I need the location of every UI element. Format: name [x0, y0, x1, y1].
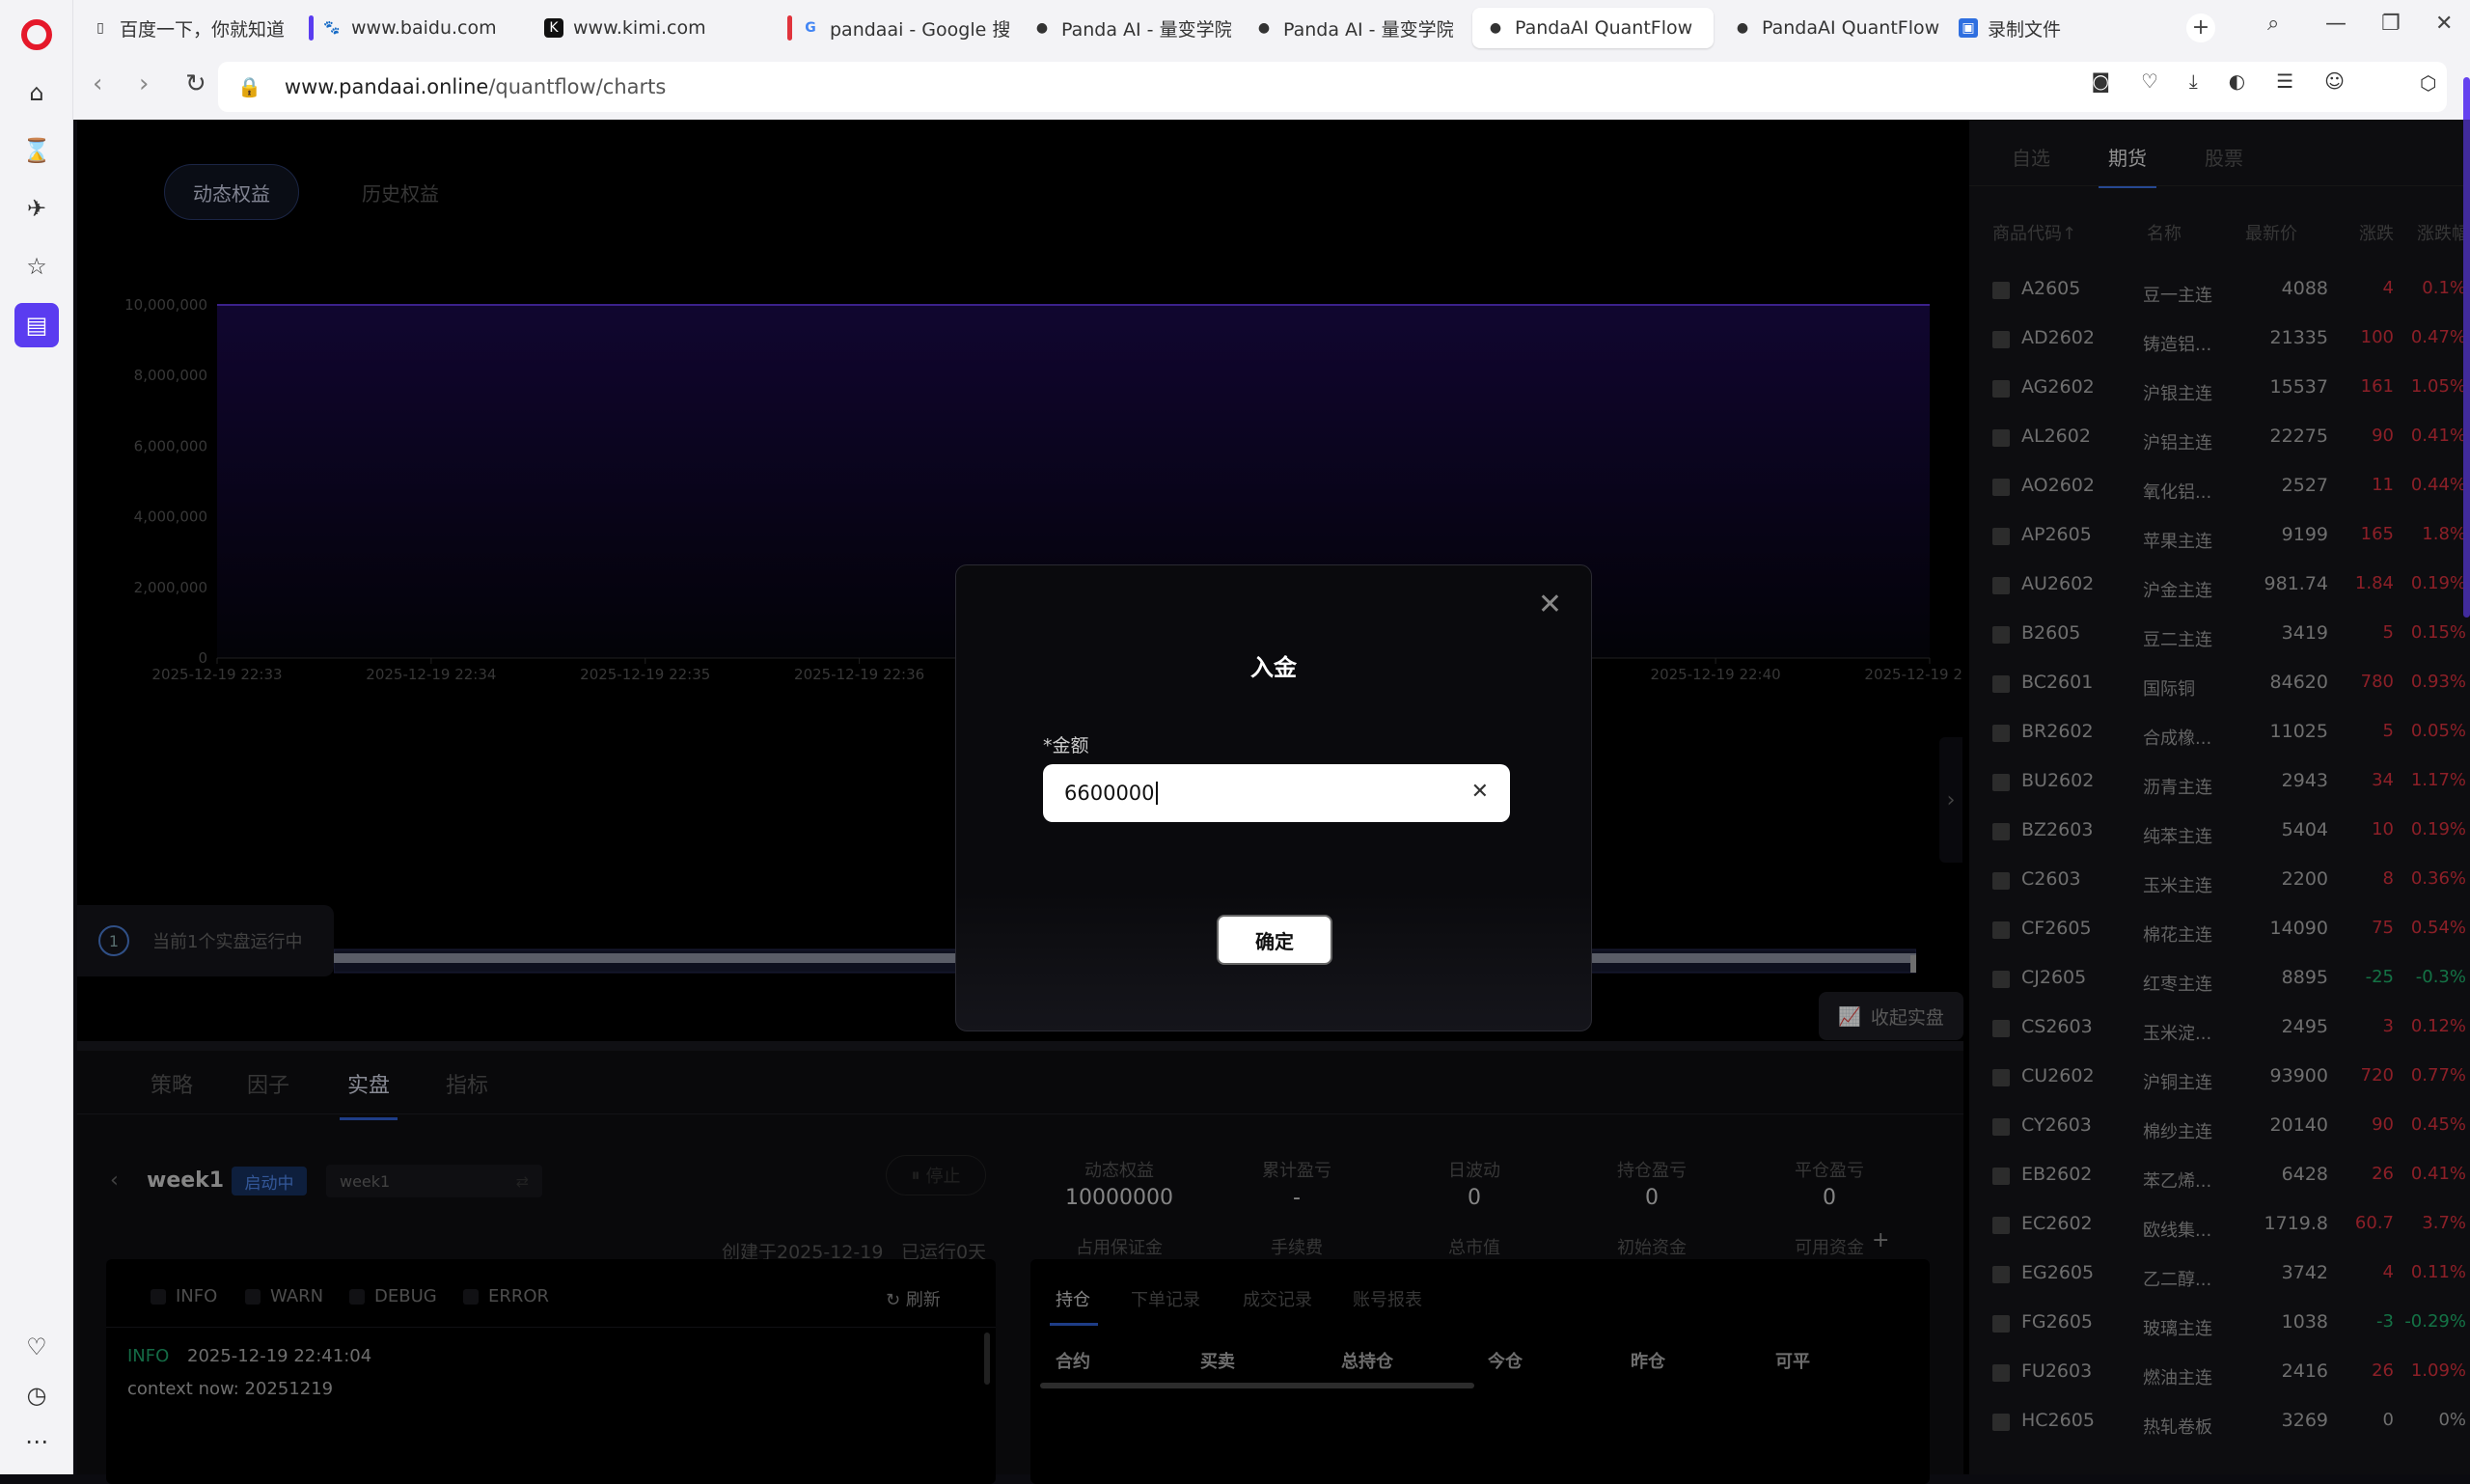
panda-icon: ● [1736, 20, 1749, 36]
google-icon: G [805, 20, 816, 36]
kimi-icon: K [544, 18, 563, 38]
easy-setup-icon[interactable]: ☰ [2276, 69, 2293, 93]
browser-tab[interactable]: Gpandaai - Google 搜索 [787, 8, 1009, 48]
browser-tab[interactable]: Kwww.kimi.com [531, 8, 753, 48]
browser-tab[interactable]: ● Panda AI - 量变学院 [1241, 8, 1453, 48]
panda-icon: ● [1035, 20, 1049, 36]
modal-title: 入金 [1250, 654, 1297, 681]
close-window-icon[interactable]: ✕ [2435, 12, 2453, 36]
minimize-icon[interactable]: — [2325, 12, 2346, 36]
forward-icon[interactable]: › [139, 69, 149, 98]
clear-icon[interactable]: ✕ [1471, 780, 1489, 804]
reload-icon[interactable]: ↻ [185, 69, 206, 98]
pinboard-icon[interactable]: ☆ [21, 251, 52, 282]
search-icon[interactable]: ⌕ [2267, 12, 2279, 36]
panda-icon: ● [1257, 20, 1271, 36]
profile-icon[interactable]: ☺ [2324, 69, 2345, 93]
browser-tab[interactable]: ▣ 录制文件 [1945, 8, 2138, 48]
image-icon: ▣ [1959, 18, 1978, 38]
baidu-icon: 🐾 [323, 20, 341, 36]
deposit-modal: ✕ 入金 *金额 6600000 ✕ 确定 [955, 564, 1592, 1031]
doc-icon: ▯ [96, 20, 104, 36]
camera-icon[interactable]: ◙ [2092, 69, 2110, 93]
heart-icon[interactable]: ♡ [21, 1332, 52, 1362]
amount-label: *金额 [1043, 735, 1089, 756]
confirm-button[interactable]: 确定 [1217, 915, 1332, 965]
home-icon[interactable]: ⌂ [21, 77, 52, 108]
browser-tab[interactable]: ● Panda AI - 量变学院 [1019, 8, 1231, 48]
restore-icon[interactable]: ❐ [2381, 12, 2401, 36]
opera-logo-icon[interactable] [21, 19, 52, 50]
amount-input[interactable]: 6600000 ✕ [1043, 764, 1510, 822]
history-icon[interactable]: ◷ [21, 1380, 52, 1411]
browser-tab[interactable]: ● PandaAI QuantFlow [1719, 8, 1941, 48]
browser-tab[interactable]: ▯ 百度一下，你就知道 [77, 8, 299, 48]
browser-sidebar: ⌂ ⌛ ✈ ☆ ▤ ♡ ◷ ⋯ [0, 0, 73, 1474]
cube-icon[interactable]: ⬡ [2420, 71, 2436, 95]
hourglass-icon[interactable]: ⌛ [21, 135, 52, 166]
airplane-icon[interactable]: ✈ [21, 193, 52, 224]
notes-icon[interactable]: ▤ [14, 303, 59, 347]
new-tab-icon[interactable]: + [2186, 14, 2215, 42]
download-icon[interactable]: ⤓ [2189, 69, 2198, 93]
more-icon[interactable]: ⋯ [21, 1426, 52, 1457]
tab-bar: ▯ 百度一下，你就知道 🐾 www.baidu.com Kwww.kimi.com … [73, 0, 2470, 56]
heart-icon[interactable]: ♡ [2141, 69, 2158, 93]
lock-icon: 🔒 [237, 75, 261, 98]
address-bar: ‹ › ↻ 🔒 www.pandaai.online/quantflow/cha… [73, 56, 2470, 120]
panda-icon: ● [1489, 20, 1502, 36]
close-icon[interactable]: ✕ [1538, 591, 1562, 619]
browser-tab[interactable]: 🐾 www.baidu.com [309, 8, 521, 48]
back-icon[interactable]: ‹ [93, 69, 102, 98]
browser-tab-active[interactable]: ● PandaAI QuantFlow [1472, 8, 1714, 48]
battery-icon[interactable]: ◐ [2229, 69, 2245, 93]
